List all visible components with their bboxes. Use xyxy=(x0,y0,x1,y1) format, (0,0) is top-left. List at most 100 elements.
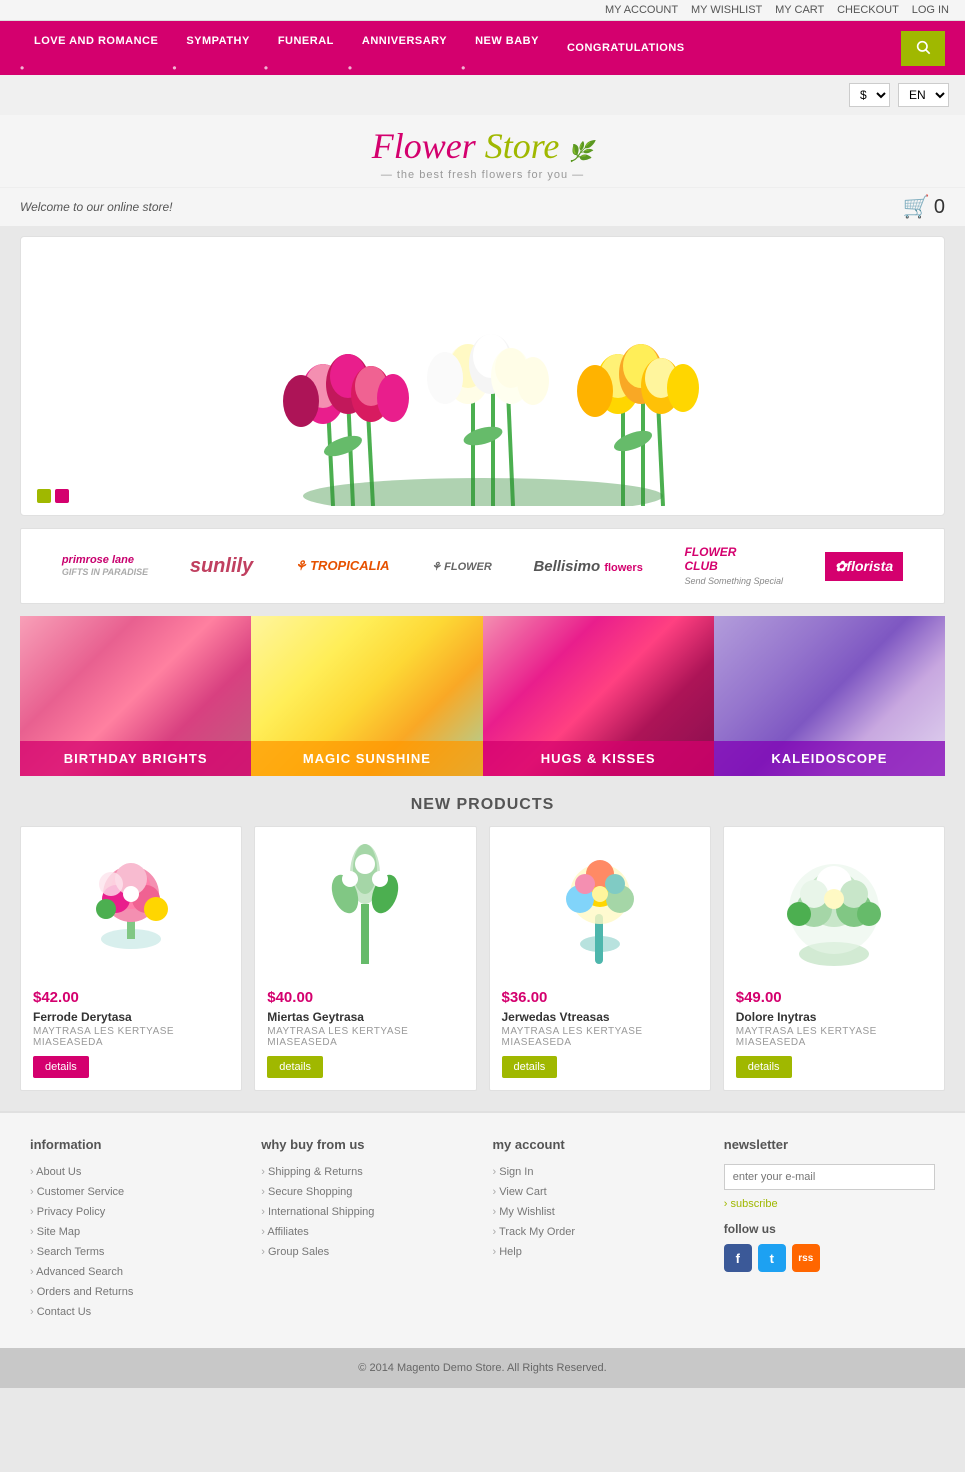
product-image-2 xyxy=(267,839,463,979)
hero-dots xyxy=(37,489,69,503)
footer-link-advanced-search[interactable]: Advanced Search xyxy=(30,1266,123,1278)
footer-my-account: my account Sign In View Cart My Wishlist… xyxy=(493,1137,704,1324)
category-label-kaleidoscope: KALEIDOSCOPE xyxy=(714,741,945,776)
product-desc-4: MAYTRASA LES KERTYASE MIASEASEDA xyxy=(736,1026,932,1048)
footer-link-about[interactable]: About Us xyxy=(30,1166,81,1178)
product-name-4: Dolore Inytras xyxy=(736,1010,932,1024)
follow-us-heading: follow us xyxy=(724,1222,935,1236)
nav-anniversary[interactable]: ANNIVERSARY xyxy=(348,21,461,61)
category-magic-sunshine[interactable]: MAGIC SUNSHINE xyxy=(251,616,482,776)
new-products-title: NEW PRODUCTS xyxy=(0,796,965,814)
twitter-button[interactable]: t xyxy=(758,1244,786,1272)
product-price-2: $40.00 xyxy=(267,989,463,1006)
checkout-link[interactable]: CHECKOUT xyxy=(837,4,899,16)
nav-love-romance[interactable]: LOVE AND ROMANCE xyxy=(20,21,172,61)
top-bar: MY ACCOUNT MY WISHLIST MY CART CHECKOUT … xyxy=(0,0,965,21)
language-selector[interactable]: EN FR xyxy=(898,83,949,107)
my-cart-link[interactable]: MY CART xyxy=(775,4,824,16)
product-flower-1-svg xyxy=(81,849,181,969)
search-button[interactable] xyxy=(901,31,945,66)
details-button-1[interactable]: details xyxy=(33,1056,89,1078)
nav-sympathy[interactable]: SYMPATHY xyxy=(172,21,264,61)
footer-why-buy-heading: why buy from us xyxy=(261,1137,472,1152)
product-desc-1: MAYTRASA LES KERTYASE MIASEASEDA xyxy=(33,1026,229,1048)
product-desc-3: MAYTRASA LES KERTYASE MIASEASEDA xyxy=(502,1026,698,1048)
nav-new-baby[interactable]: NEW BABY xyxy=(461,21,553,61)
site-tagline: — the best fresh flowers for you — xyxy=(20,169,945,181)
details-button-4[interactable]: details xyxy=(736,1056,792,1078)
footer-link-signin[interactable]: Sign In xyxy=(493,1166,534,1178)
product-flower-3-svg xyxy=(550,844,650,974)
footer-link-search-terms[interactable]: Search Terms xyxy=(30,1246,104,1258)
product-price-4: $49.00 xyxy=(736,989,932,1006)
hero-flowers-svg xyxy=(133,246,833,506)
footer-link-international[interactable]: International Shipping xyxy=(261,1206,374,1218)
details-button-2[interactable]: details xyxy=(267,1056,323,1078)
my-account-link[interactable]: MY ACCOUNT xyxy=(605,4,678,16)
footer-link-contact[interactable]: Contact Us xyxy=(30,1306,91,1318)
product-price-3: $36.00 xyxy=(502,989,698,1006)
footer-why-buy: why buy from us Shipping & Returns Secur… xyxy=(261,1137,472,1324)
welcome-bar: Welcome to our online store! 🛒 0 xyxy=(0,187,965,226)
footer-information-heading: information xyxy=(30,1137,241,1152)
category-kaleidoscope[interactable]: KALEIDOSCOPE xyxy=(714,616,945,776)
product-card-2: $40.00 Miertas Geytrasa MAYTRASA LES KER… xyxy=(254,826,476,1091)
cart-count: 0 xyxy=(934,196,945,219)
nav-congratulations[interactable]: CONGRATULATIONS xyxy=(553,28,699,68)
product-image-4 xyxy=(736,839,932,979)
category-hugs-kisses[interactable]: HUGS & KISSES xyxy=(483,616,714,776)
footer-link-view-cart[interactable]: View Cart xyxy=(493,1186,547,1198)
footer-link-privacy[interactable]: Privacy Policy xyxy=(30,1206,105,1218)
footer-newsletter: newsletter subscribe follow us f t rss xyxy=(724,1137,935,1324)
product-image-1 xyxy=(33,839,229,979)
footer-information-list: About Us Customer Service Privacy Policy… xyxy=(30,1164,241,1318)
footer-link-customer[interactable]: Customer Service xyxy=(30,1186,124,1198)
footer-link-wishlist[interactable]: My Wishlist xyxy=(493,1206,555,1218)
footer-link-shipping[interactable]: Shipping & Returns xyxy=(261,1166,363,1178)
footer-link-track-order[interactable]: Track My Order xyxy=(493,1226,576,1238)
nav-funeral[interactable]: FUNERAL xyxy=(264,21,348,61)
footer-link-secure[interactable]: Secure Shopping xyxy=(261,1186,352,1198)
product-name-2: Miertas Geytrasa xyxy=(267,1010,463,1024)
product-price-1: $42.00 xyxy=(33,989,229,1006)
social-icons: f t rss xyxy=(724,1244,935,1272)
brand-primrose: primrose laneGIFTS IN PARADISE xyxy=(62,554,148,578)
cart-icon[interactable]: 🛒 0 xyxy=(902,194,945,220)
product-name-1: Ferrode Derytasa xyxy=(33,1010,229,1024)
hero-dot-1[interactable] xyxy=(37,489,51,503)
footer-link-orders[interactable]: Orders and Returns xyxy=(30,1286,133,1298)
brand-flowerclub: FLOWERCLUBSend Something Special xyxy=(684,545,783,587)
footer-link-sitemap[interactable]: Site Map xyxy=(30,1226,80,1238)
currency-selector[interactable]: $ € xyxy=(849,83,890,107)
product-flower-4-svg xyxy=(779,844,889,974)
product-flower-2-svg xyxy=(325,844,405,974)
category-label-sunshine: MAGIC SUNSHINE xyxy=(251,741,482,776)
my-wishlist-link[interactable]: MY WISHLIST xyxy=(691,4,762,16)
product-card-4: $49.00 Dolore Inytras MAYTRASA LES KERTY… xyxy=(723,826,945,1091)
login-link[interactable]: LOG IN xyxy=(912,4,949,16)
brand-bellisimo: Bellisimo flowers xyxy=(533,558,642,575)
hero-dot-2[interactable] xyxy=(55,489,69,503)
hero-visual xyxy=(21,241,944,511)
rss-button[interactable]: rss xyxy=(792,1244,820,1272)
footer-link-affiliates[interactable]: Affiliates xyxy=(261,1226,309,1238)
footer-why-buy-list: Shipping & Returns Secure Shopping Inter… xyxy=(261,1164,472,1258)
product-card-3: $36.00 Jerwedas Vtreasas MAYTRASA LES KE… xyxy=(489,826,711,1091)
welcome-text: Welcome to our online store! xyxy=(20,200,173,214)
category-birthday-brights[interactable]: BIRTHDAY BRIGHTS xyxy=(20,616,251,776)
product-card-1: $42.00 Ferrode Derytasa MAYTRASA LES KER… xyxy=(20,826,242,1091)
details-button-3[interactable]: details xyxy=(502,1056,558,1078)
facebook-button[interactable]: f xyxy=(724,1244,752,1272)
category-grid: BIRTHDAY BRIGHTS MAGIC SUNSHINE HUGS & K… xyxy=(20,616,945,776)
newsletter-email-input[interactable] xyxy=(724,1164,935,1190)
footer-newsletter-heading: newsletter xyxy=(724,1137,935,1152)
utility-bar: $ € EN FR xyxy=(0,75,965,115)
footer-link-help[interactable]: Help xyxy=(493,1246,522,1258)
footer-link-group-sales[interactable]: Group Sales xyxy=(261,1246,329,1258)
footer-main: information About Us Customer Service Pr… xyxy=(0,1111,965,1348)
brand-tropicalia: ⚘ TROPICALIA xyxy=(295,558,390,574)
products-grid: $42.00 Ferrode Derytasa MAYTRASA LES KER… xyxy=(20,826,945,1091)
subscribe-button[interactable]: subscribe xyxy=(724,1198,778,1210)
copyright-text: © 2014 Magento Demo Store. All Rights Re… xyxy=(358,1362,606,1374)
product-image-3 xyxy=(502,839,698,979)
